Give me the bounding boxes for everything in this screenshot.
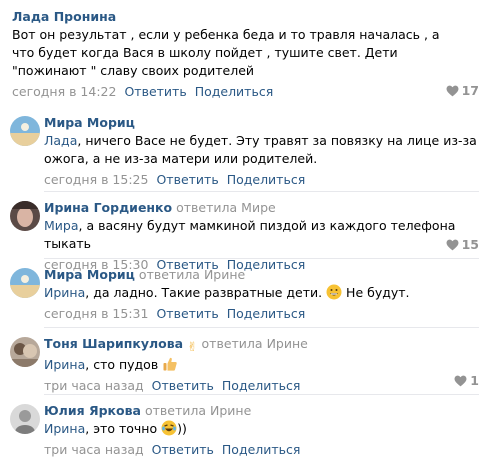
comment-author[interactable]: Мира Мориц	[44, 115, 135, 130]
comment-author[interactable]: Тоня Шарипкулова	[44, 336, 183, 351]
reply-link[interactable]: Ответить	[152, 442, 214, 457]
separator	[44, 258, 479, 259]
thumbs-up-emoji	[163, 357, 177, 371]
mention-link[interactable]: Лада	[44, 133, 77, 148]
reply-link[interactable]: Ответить	[124, 84, 186, 99]
comment-body: Лада Пронина Вот он результат , если у р…	[12, 8, 479, 101]
reply-link[interactable]: Ответить	[152, 378, 214, 393]
heart-icon	[446, 85, 459, 96]
like-count: 17	[461, 83, 479, 98]
replied-label: ответила	[176, 200, 238, 215]
comment-body: Мира Мориц ответила Ирине Ирина, да ладн…	[44, 266, 479, 323]
comment-text: Мира, а васяну будут мамкиной пиздой из …	[44, 218, 456, 251]
like-button[interactable]: 1	[454, 373, 479, 388]
mention-link[interactable]: Ирина	[44, 357, 85, 372]
reply-link[interactable]: Ответить	[156, 306, 218, 321]
comment-time[interactable]: три часа назад	[44, 442, 144, 457]
comment-text: Вот он результат , если у ребенка беда и…	[12, 27, 440, 78]
reply-to-link[interactable]: Ирине	[210, 403, 251, 418]
separator	[44, 327, 479, 328]
comment-author[interactable]: Лада Пронина	[12, 9, 116, 24]
share-link[interactable]: Поделиться	[227, 172, 306, 187]
like-count: 15	[461, 237, 479, 252]
heart-icon	[454, 375, 467, 386]
comment-time[interactable]: три часа назад	[44, 378, 144, 393]
share-link[interactable]: Поделиться	[195, 84, 274, 99]
like-count: 1	[470, 373, 479, 388]
comment-time[interactable]: сегодня в 15:25	[44, 172, 148, 187]
comment-author[interactable]: Юлия Яркова	[44, 403, 141, 418]
victory-hand-emoji: ✌	[187, 339, 198, 354]
reply-to-link[interactable]: Ирине	[204, 267, 245, 282]
avatar-image	[10, 337, 40, 367]
comment-body: Ирина Гордиенко ответила Мире Мира, а ва…	[44, 199, 479, 274]
comment-time[interactable]: сегодня в 15:31	[44, 306, 148, 321]
comment-meta: сегодня в 15:31 Ответить Поделиться	[44, 305, 479, 323]
avatar-image	[10, 404, 40, 434]
share-link[interactable]: Поделиться	[222, 378, 301, 393]
mention-link[interactable]: Ирина	[44, 285, 85, 300]
replied-label: ответила	[144, 403, 206, 418]
comment-time[interactable]: сегодня в 14:22	[12, 84, 116, 99]
avatar[interactable]	[10, 201, 40, 231]
comment-meta: сегодня в 15:25 Ответить Поделиться	[44, 171, 479, 189]
comment-meta: сегодня в 14:22 Ответить Поделиться	[12, 83, 479, 101]
laughing-tears-emoji	[161, 420, 177, 436]
share-link[interactable]: Поделиться	[227, 306, 306, 321]
avatar[interactable]	[10, 337, 40, 367]
like-button[interactable]: 15	[446, 237, 479, 252]
comment-body: Мира Мориц Лада, ничего Васе не будет. Э…	[44, 114, 479, 189]
heart-icon	[446, 239, 459, 250]
comment-text: Ирина, это точно ))	[44, 420, 187, 436]
share-link[interactable]: Поделиться	[222, 442, 301, 457]
like-button[interactable]: 17	[446, 83, 479, 98]
replied-label: ответила	[201, 336, 263, 351]
comment-text: Ирина, сто пудов	[44, 356, 479, 374]
comment-body: Юлия Яркова ответила Ирине Ирина, это то…	[44, 402, 479, 459]
avatar-image	[10, 116, 40, 146]
comment-author[interactable]: Ирина Гордиенко	[44, 200, 172, 215]
avatar[interactable]	[10, 116, 40, 146]
reply-to-link[interactable]: Мире	[241, 200, 276, 215]
replied-label: ответила	[138, 267, 200, 282]
avatar[interactable]	[10, 404, 40, 434]
comment-meta: три часа назад Ответить Поделиться	[44, 377, 479, 395]
mention-link[interactable]: Мира	[44, 218, 79, 233]
avatar[interactable]	[10, 268, 40, 298]
comment-body: Тоня Шарипкулова ✌ ответила Ирине Ирина,…	[44, 335, 479, 395]
avatar-image	[10, 201, 40, 231]
comment-author[interactable]: Мира Мориц	[44, 267, 135, 282]
comment-text: Лада, ничего Васе не будет. Эту травят з…	[44, 133, 477, 166]
reply-link[interactable]: Ответить	[156, 172, 218, 187]
comment-meta: три часа назад Ответить Поделиться	[44, 441, 479, 459]
grinning-emoji	[326, 284, 342, 300]
separator	[44, 394, 479, 395]
avatar-image	[10, 268, 40, 298]
mention-link[interactable]: Ирина	[44, 421, 85, 436]
reply-to-link[interactable]: Ирине	[267, 336, 308, 351]
separator	[44, 191, 479, 192]
comment-text: Ирина, да ладно. Такие развратные дети. …	[44, 284, 410, 300]
